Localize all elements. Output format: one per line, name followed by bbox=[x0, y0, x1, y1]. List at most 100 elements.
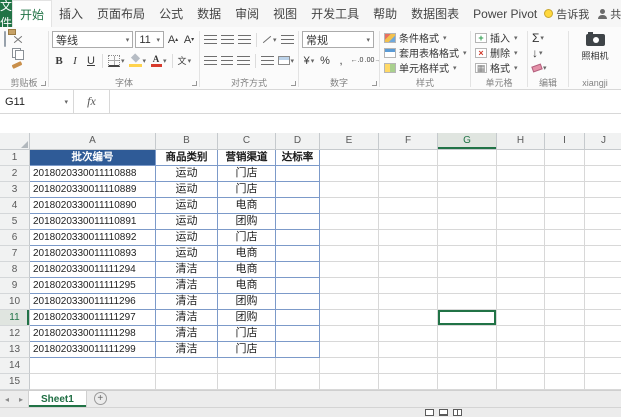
cell-C15[interactable] bbox=[218, 374, 276, 390]
dialog-launcher-icon[interactable] bbox=[372, 81, 377, 86]
dialog-launcher-icon[interactable] bbox=[192, 81, 197, 86]
align-bottom-button[interactable] bbox=[237, 31, 252, 48]
cell-G7[interactable] bbox=[438, 246, 497, 262]
cell-I1[interactable] bbox=[545, 150, 585, 166]
row-header-14[interactable]: 14 bbox=[0, 358, 30, 374]
cell-E12[interactable] bbox=[320, 326, 379, 342]
cell-I13[interactable] bbox=[545, 342, 585, 358]
cell-E1[interactable] bbox=[320, 150, 379, 166]
cell-G1[interactable] bbox=[438, 150, 497, 166]
cell-E4[interactable] bbox=[320, 198, 379, 214]
cell-D8[interactable] bbox=[276, 262, 320, 278]
cell-G4[interactable] bbox=[438, 198, 497, 214]
cell-F12[interactable] bbox=[379, 326, 438, 342]
italic-button[interactable]: I bbox=[68, 52, 82, 69]
cell-I9[interactable] bbox=[545, 278, 585, 294]
cell-C9[interactable]: 电商 bbox=[218, 278, 276, 294]
cell-I10[interactable] bbox=[545, 294, 585, 310]
cell-E9[interactable] bbox=[320, 278, 379, 294]
file-tab[interactable]: 文件 bbox=[0, 0, 12, 27]
ribbon-tab-数据[interactable]: 数据 bbox=[190, 0, 228, 27]
column-header-A[interactable]: A bbox=[30, 133, 156, 150]
cell-F15[interactable] bbox=[379, 374, 438, 390]
cell-D1[interactable]: 达标率 bbox=[276, 150, 320, 166]
cell-H6[interactable] bbox=[497, 230, 545, 246]
merge-center-button[interactable]: ▾ bbox=[277, 52, 295, 69]
cell-A13[interactable]: 2018020330011111299 bbox=[30, 342, 156, 358]
cell-H14[interactable] bbox=[497, 358, 545, 374]
cell-I6[interactable] bbox=[545, 230, 585, 246]
row-header-13[interactable]: 13 bbox=[0, 342, 30, 358]
cell-I12[interactable] bbox=[545, 326, 585, 342]
cell-E6[interactable] bbox=[320, 230, 379, 246]
cell-F14[interactable] bbox=[379, 358, 438, 374]
cell-G8[interactable] bbox=[438, 262, 497, 278]
cell-A11[interactable]: 2018020330011111297 bbox=[30, 310, 156, 326]
row-header-7[interactable]: 7 bbox=[0, 246, 30, 262]
cell-D4[interactable] bbox=[276, 198, 320, 214]
cell-F5[interactable] bbox=[379, 214, 438, 230]
cell-J15[interactable] bbox=[585, 374, 621, 390]
cell-F10[interactable] bbox=[379, 294, 438, 310]
cell-G10[interactable] bbox=[438, 294, 497, 310]
ribbon-tab-插入[interactable]: 插入 bbox=[52, 0, 90, 27]
decrease-font-size-button[interactable]: A▾ bbox=[182, 31, 196, 48]
cell-D13[interactable] bbox=[276, 342, 320, 358]
comma-style-button[interactable]: , bbox=[334, 52, 348, 69]
cell-I2[interactable] bbox=[545, 166, 585, 182]
cell-E7[interactable] bbox=[320, 246, 379, 262]
name-box[interactable]: G11 ▾ bbox=[0, 90, 74, 113]
clear-button[interactable]: ▾ bbox=[528, 60, 568, 75]
cell-I11[interactable] bbox=[545, 310, 585, 326]
column-header-I[interactable]: I bbox=[545, 133, 585, 150]
cell-C3[interactable]: 门店 bbox=[218, 182, 276, 198]
cell-B2[interactable]: 运动 bbox=[156, 166, 218, 182]
cell-B3[interactable]: 运动 bbox=[156, 182, 218, 198]
cell-I15[interactable] bbox=[545, 374, 585, 390]
cell-A5[interactable]: 2018020330011110891 bbox=[30, 214, 156, 230]
page-layout-view-icon[interactable] bbox=[439, 409, 448, 416]
cell-D3[interactable] bbox=[276, 182, 320, 198]
sheet-nav-left-icon[interactable]: ◂ bbox=[0, 391, 14, 407]
cell-C13[interactable]: 门店 bbox=[218, 342, 276, 358]
cell-E14[interactable] bbox=[320, 358, 379, 374]
row-header-2[interactable]: 2 bbox=[0, 166, 30, 182]
cell-I8[interactable] bbox=[545, 262, 585, 278]
row-header-6[interactable]: 6 bbox=[0, 230, 30, 246]
align-left-button[interactable] bbox=[203, 52, 218, 69]
column-header-D[interactable]: D bbox=[276, 133, 320, 150]
cell-B7[interactable]: 运动 bbox=[156, 246, 218, 262]
row-header-12[interactable]: 12 bbox=[0, 326, 30, 342]
cell-B1[interactable]: 商品类别 bbox=[156, 150, 218, 166]
cell-B10[interactable]: 清洁 bbox=[156, 294, 218, 310]
cell-H13[interactable] bbox=[497, 342, 545, 358]
cell-C12[interactable]: 门店 bbox=[218, 326, 276, 342]
align-center-button[interactable] bbox=[220, 52, 235, 69]
cell-J13[interactable] bbox=[585, 342, 621, 358]
decrease-decimal-button[interactable]: .00→ bbox=[366, 52, 379, 69]
column-header-J[interactable]: J bbox=[585, 133, 621, 150]
underline-button[interactable]: U bbox=[84, 52, 98, 69]
cell-C7[interactable]: 电商 bbox=[218, 246, 276, 262]
cell-B11[interactable]: 清洁 bbox=[156, 310, 218, 326]
cell-I7[interactable] bbox=[545, 246, 585, 262]
cell-G14[interactable] bbox=[438, 358, 497, 374]
cell-J1[interactable] bbox=[585, 150, 621, 166]
cell-J3[interactable] bbox=[585, 182, 621, 198]
cell-A3[interactable]: 2018020330011110889 bbox=[30, 182, 156, 198]
cell-G3[interactable] bbox=[438, 182, 497, 198]
cell-D5[interactable] bbox=[276, 214, 320, 230]
cell-D15[interactable] bbox=[276, 374, 320, 390]
cell-H11[interactable] bbox=[497, 310, 545, 326]
borders-button[interactable]: ▾ bbox=[107, 52, 126, 69]
cell-A6[interactable]: 2018020330011110892 bbox=[30, 230, 156, 246]
ribbon-tab-视图[interactable]: 视图 bbox=[266, 0, 304, 27]
cell-J8[interactable] bbox=[585, 262, 621, 278]
cell-D9[interactable] bbox=[276, 278, 320, 294]
cell-H5[interactable] bbox=[497, 214, 545, 230]
cell-A14[interactable] bbox=[30, 358, 156, 374]
cell-F3[interactable] bbox=[379, 182, 438, 198]
cell-styles-button[interactable]: 单元格样式▾ bbox=[380, 60, 470, 75]
cell-G15[interactable] bbox=[438, 374, 497, 390]
accounting-format-button[interactable]: ¥▾ bbox=[302, 52, 316, 69]
